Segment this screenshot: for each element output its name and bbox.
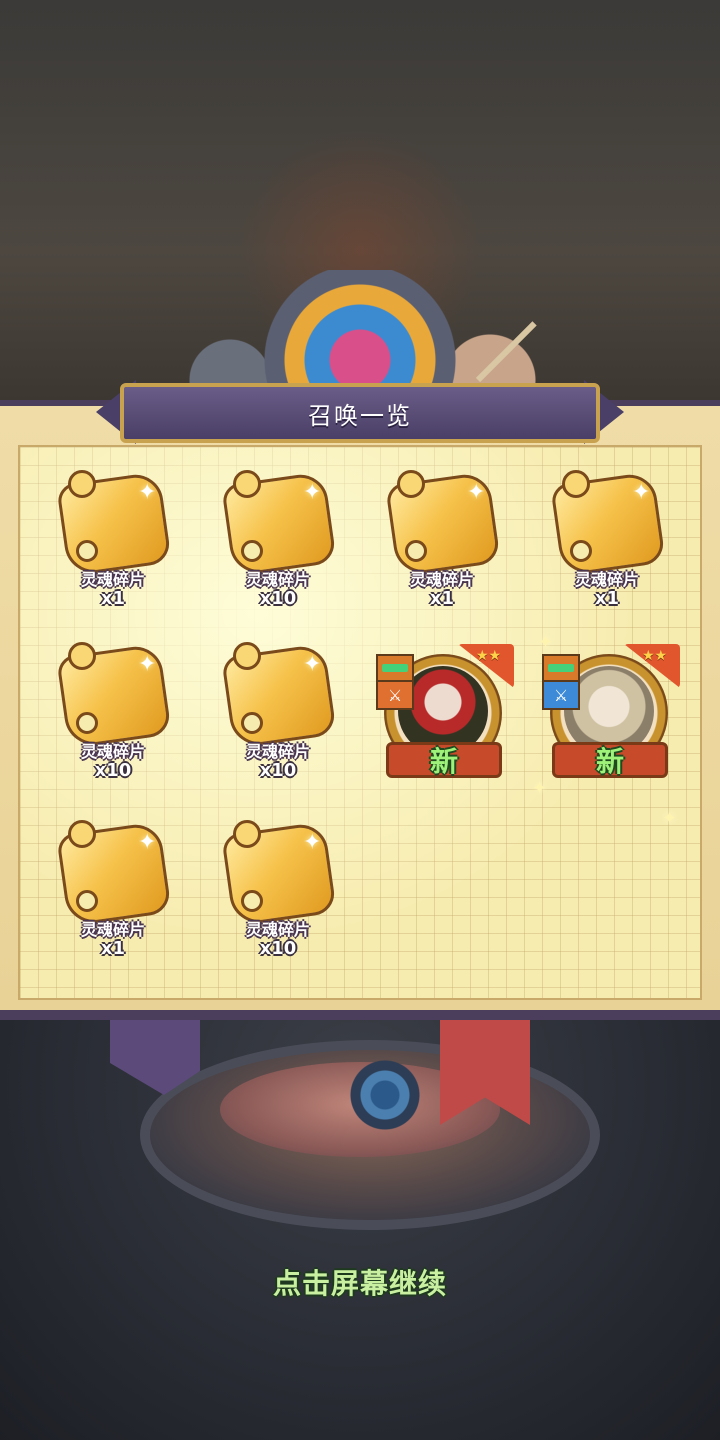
sparkle-icon: ✦ <box>138 830 157 855</box>
new-badge: 新 <box>595 745 624 778</box>
shard-notch <box>570 540 592 562</box>
energy-bar-icon <box>542 654 580 682</box>
item-quantity: x1 <box>429 588 455 609</box>
shard-notch <box>241 712 263 734</box>
hero-stars: ★★ <box>642 648 668 664</box>
hero-card[interactable]: ★★ ⚔ 新 <box>376 644 516 794</box>
item-quantity: x10 <box>259 760 297 781</box>
shard-notch <box>405 540 427 562</box>
sparkle-icon: ✦ <box>138 652 157 677</box>
shard-knob <box>233 820 261 848</box>
item-quantity: x1 <box>100 588 126 609</box>
reward-item[interactable]: ✦ 灵魂碎片 x1 <box>48 820 178 978</box>
reward-item[interactable]: ✦ 灵魂碎片 x10 <box>213 820 343 978</box>
hero-stars: ★★ <box>476 648 502 664</box>
shard-notch <box>76 540 98 562</box>
tap-to-continue[interactable]: 点击屏幕继续 <box>0 1262 720 1302</box>
sparkle-icon: ✦ <box>303 480 322 505</box>
shard-notch <box>241 540 263 562</box>
item-name: 灵魂碎片 <box>80 920 145 939</box>
shard-knob <box>233 470 261 498</box>
reward-item[interactable]: ✦ 灵魂碎片 x1 <box>542 470 672 628</box>
sparkle-icon: ✦ <box>532 778 548 799</box>
item-name: 灵魂碎片 <box>245 920 310 939</box>
gear-icon <box>350 1060 420 1130</box>
item-quantity: x1 <box>594 588 620 609</box>
sword-icon: ⚔ <box>542 682 580 710</box>
sparkle-icon: ✦ <box>662 808 678 829</box>
panel-title: 召唤一览 <box>308 401 412 430</box>
reward-item[interactable]: ✦ 灵魂碎片 x10 <box>213 470 343 628</box>
item-name: 灵魂碎片 <box>245 570 310 589</box>
reward-item[interactable]: ✦ 灵魂碎片 x10 <box>213 642 343 800</box>
item-quantity: x10 <box>94 760 132 781</box>
reward-item[interactable]: ✦ 灵魂碎片 x1 <box>48 470 178 628</box>
sword-icon: ⚔ <box>376 682 414 710</box>
shard-knob <box>233 642 261 670</box>
sparkle-icon: ✦ <box>303 652 322 677</box>
item-name: 灵魂碎片 <box>409 570 474 589</box>
reward-item[interactable]: ✦ 灵魂碎片 x10 <box>48 642 178 800</box>
reward-item[interactable]: ✦ 灵魂碎片 x1 <box>377 470 507 628</box>
shard-knob <box>562 470 590 498</box>
item-name: 灵魂碎片 <box>80 742 145 761</box>
shard-knob <box>397 470 425 498</box>
hero-class-badge: ⚔ <box>376 654 414 714</box>
sparkle-icon: ✦ <box>303 830 322 855</box>
hero-card[interactable]: ★★ ⚔ 新 <box>542 644 682 794</box>
hero-class-badge: ⚔ <box>542 654 580 714</box>
shard-knob <box>68 470 96 498</box>
shard-notch <box>76 712 98 734</box>
sparkle-icon: ✦ <box>632 480 651 505</box>
panel-title-bar: 召唤一览 <box>120 383 600 443</box>
energy-bar-icon <box>376 654 414 682</box>
shard-notch <box>76 890 98 912</box>
sparkle-icon: ✦ <box>538 632 554 653</box>
item-name: 灵魂碎片 <box>80 570 145 589</box>
new-badge: 新 <box>429 745 458 778</box>
item-name: 灵魂碎片 <box>245 742 310 761</box>
sparkle-icon: ✦ <box>138 480 157 505</box>
item-quantity: x10 <box>259 938 297 959</box>
item-quantity: x10 <box>259 588 297 609</box>
item-name: 灵魂碎片 <box>574 570 639 589</box>
shard-knob <box>68 642 96 670</box>
shard-knob <box>68 820 96 848</box>
shard-notch <box>241 890 263 912</box>
item-quantity: x1 <box>100 938 126 959</box>
sparkle-icon: ✦ <box>467 480 486 505</box>
